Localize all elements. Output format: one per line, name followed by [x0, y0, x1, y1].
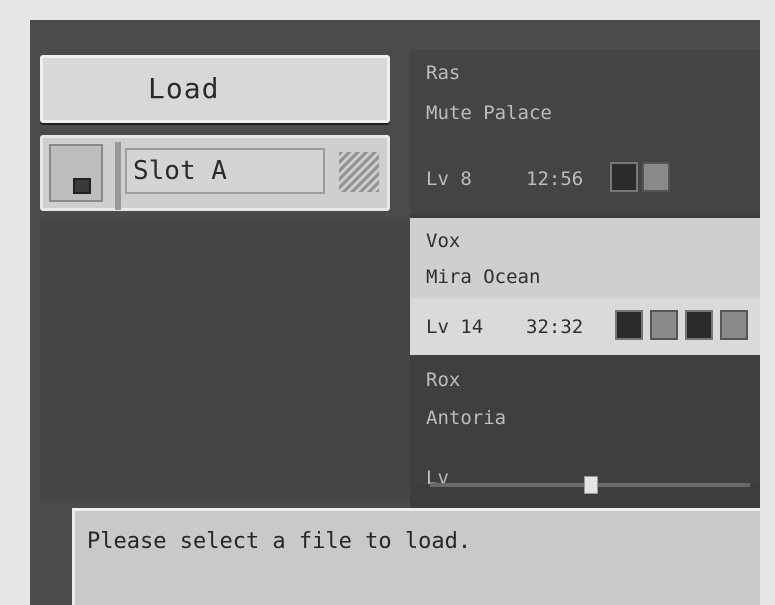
save-file-1-location: Mute Palace [426, 102, 552, 124]
slot-label: Slot A [133, 156, 227, 186]
save-file-3-location: Antoria [426, 407, 507, 429]
left-empty-area [40, 220, 415, 500]
character-portrait-icon [615, 310, 643, 340]
message-box: Please select a file to load. [72, 508, 760, 605]
save-file-1-time: 12:56 [526, 168, 584, 190]
save-file-3[interactable]: Rox Antoria Lv [410, 355, 760, 489]
save-file-1-level: Lv 8 [426, 168, 472, 190]
message-text: Please select a file to load. [87, 529, 472, 554]
save-file-2[interactable]: Vox Mira Ocean Lv 14 32:32 [410, 218, 760, 356]
character-portrait-icon [685, 310, 713, 340]
character-portrait-icon [610, 162, 638, 192]
load-header-panel: Load [40, 55, 390, 123]
save-file-2-level: Lv 14 [426, 316, 484, 338]
save-file-list: Ras Mute Palace Lv 8 12:56 Vox Mira Ocea… [410, 50, 760, 520]
character-portrait-icon [642, 162, 670, 192]
scroll-thumb[interactable] [584, 476, 598, 494]
load-title: Load [148, 72, 220, 105]
slot-decoration-icon [339, 152, 379, 192]
game-screen: Load Slot A Ras Mute Palace Lv 8 12:56 V… [30, 20, 760, 605]
save-file-1-name: Ras [426, 62, 461, 84]
save-file-1[interactable]: Ras Mute Palace Lv 8 12:56 [410, 50, 760, 215]
save-file-2-time: 32:32 [526, 316, 584, 338]
slot-label-box[interactable]: Slot A [125, 148, 325, 194]
memory-card-icon [73, 178, 91, 194]
slot-selector[interactable]: Slot A [40, 135, 390, 211]
slot-icon-frame [49, 144, 103, 202]
slot-divider [115, 142, 121, 210]
save-file-2-name: Vox [426, 230, 461, 252]
character-portrait-icon [650, 310, 678, 340]
character-portrait-icon [720, 310, 748, 340]
save-file-2-location: Mira Ocean [426, 266, 541, 288]
save-file-3-name: Rox [426, 369, 461, 391]
